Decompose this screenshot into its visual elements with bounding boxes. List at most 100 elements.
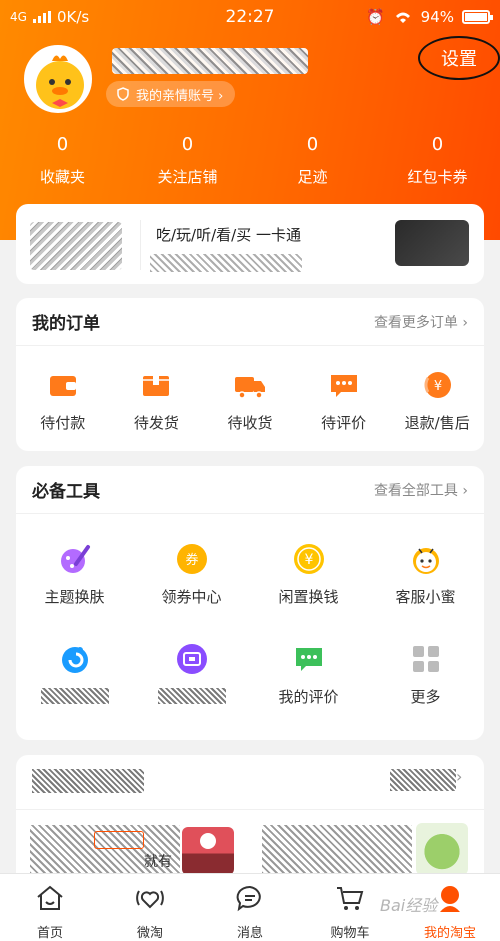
tool-redacted-1[interactable] [16, 642, 133, 716]
feed-snippet: 就有 [144, 854, 172, 870]
order-label: 退款/售后 [404, 414, 470, 432]
blue-swirl-icon [61, 647, 88, 673]
order-pending-payment[interactable]: 待付款 [16, 368, 110, 433]
profile-icon [440, 886, 460, 912]
wallet-icon [49, 376, 76, 396]
tool-idle-trade[interactable]: ¥ 闲置换钱 [250, 542, 367, 616]
comment-icon [330, 375, 357, 397]
chevron-right-icon: › [456, 767, 463, 786]
tool-label: 主题换肤 [44, 588, 105, 606]
orders-header: 我的订单 查看更多订单 › [16, 298, 484, 346]
settings-label: 设置 [441, 49, 477, 70]
order-label: 待评价 [321, 414, 367, 432]
order-refund[interactable]: ¥ 退款/售后 [390, 368, 484, 433]
cart-icon [337, 887, 364, 910]
item-thumbnail[interactable] [182, 827, 234, 875]
yuan-coin-icon: ¥ [293, 544, 324, 574]
redacted-link[interactable] [390, 769, 456, 791]
order-label: 待收货 [227, 414, 273, 432]
orders-card: 我的订单 查看更多订单 › 待付款 待发货 待收货 待评价 ¥ 退款/售后 [16, 298, 484, 451]
stat-followed-shops[interactable]: 0 关注店铺 [125, 134, 250, 187]
stat-coupons[interactable]: 0 红包卡券 [375, 134, 500, 187]
order-pending-receipt[interactable]: 待收货 [203, 368, 297, 433]
redacted-block [150, 254, 302, 272]
family-account-label: 我的亲情账号 › [136, 88, 224, 104]
stat-footprints[interactable]: 0 足迹 [250, 134, 375, 187]
family-account-button[interactable]: 我的亲情账号 › [106, 81, 236, 107]
tab-home[interactable]: 首页 [0, 874, 100, 941]
chat-icon [236, 885, 261, 912]
tool-coupon-center[interactable]: 券 领券中心 [133, 542, 250, 616]
truck-icon [234, 377, 265, 399]
stat-count: 0 [306, 134, 319, 155]
tab-label: 消息 [236, 926, 263, 941]
order-pending-review[interactable]: 待评价 [297, 368, 391, 433]
stat-label: 收藏夹 [39, 168, 85, 186]
promo-thumbnail [395, 220, 469, 266]
view-all-tools-link[interactable]: 查看全部工具 › [374, 480, 468, 500]
status-bar: 4G 0K/s 22:27 ⏰ 94% [0, 0, 500, 34]
promo-title: 吃/玩/听/看/买 一卡通 [156, 226, 301, 244]
watermark: Bai经验 [380, 896, 438, 915]
svg-text:券: 券 [185, 552, 198, 568]
avatar[interactable] [24, 45, 92, 113]
redacted-title [32, 769, 144, 793]
svg-text:¥: ¥ [304, 552, 313, 568]
section-title: 必备工具 [32, 482, 100, 502]
tool-label: 领券中心 [161, 588, 222, 606]
tab-messages[interactable]: 消息 [200, 874, 300, 941]
home-icon [37, 885, 63, 910]
tab-label: 微淘 [136, 926, 163, 941]
tools-header: 必备工具 查看全部工具 › [16, 466, 484, 514]
view-all-orders-link[interactable]: 查看更多订单 › [374, 312, 468, 332]
coupon-icon: 券 [176, 544, 207, 574]
heart-signal-icon [136, 890, 164, 909]
tool-label: 我的评价 [278, 688, 339, 706]
stat-count: 0 [431, 134, 444, 155]
stat-favorites[interactable]: 0 收藏夹 [0, 134, 125, 187]
stat-label: 足迹 [297, 168, 328, 186]
frog-thumbnail[interactable] [416, 823, 468, 875]
purple-card-icon [176, 644, 207, 674]
divider [16, 809, 484, 810]
tools-card: 必备工具 查看全部工具 › 主题换肤 券 领券中心 ¥ 闲置换钱 客服小蜜 我的… [16, 466, 484, 740]
tab-label: 首页 [36, 926, 63, 941]
wifi-icon [395, 12, 410, 23]
svg-text:¥: ¥ [434, 379, 442, 394]
tool-more[interactable]: 更多 [367, 642, 484, 716]
review-icon [295, 648, 322, 671]
shield-icon [117, 87, 129, 101]
divider [140, 220, 141, 270]
stat-count: 0 [181, 134, 194, 155]
tool-customer-service[interactable]: 客服小蜜 [367, 542, 484, 616]
theme-brush-icon [60, 545, 90, 573]
stat-count: 0 [56, 134, 69, 155]
order-label: 待发货 [133, 414, 179, 432]
tab-weitao[interactable]: 微淘 [100, 874, 200, 941]
username-redacted [112, 48, 308, 74]
order-label: 待付款 [40, 414, 86, 432]
alarm-icon: ⏰ [365, 8, 385, 26]
membership-card[interactable]: 吃/玩/听/看/买 一卡通 [16, 204, 484, 284]
refund-icon: ¥ [424, 372, 452, 398]
section-title: 我的订单 [32, 314, 100, 334]
redacted-label [157, 688, 226, 704]
tab-label: 购物车 [330, 926, 370, 941]
redacted-label [40, 688, 109, 704]
promo-tag [94, 831, 144, 849]
tool-my-reviews[interactable]: 我的评价 [250, 642, 367, 716]
service-bee-icon [412, 548, 439, 574]
tool-label: 闲置换钱 [278, 588, 339, 606]
tool-redacted-2[interactable] [133, 642, 250, 716]
tool-theme[interactable]: 主题换肤 [16, 542, 133, 616]
battery-icon [462, 10, 493, 24]
package-icon [143, 376, 170, 396]
settings-button[interactable]: 设置 [418, 36, 500, 80]
tool-label: 更多 [410, 688, 441, 706]
stat-label: 关注店铺 [157, 168, 218, 186]
battery-percent: 94% [420, 8, 454, 26]
stats-row: 0 收藏夹 0 关注店铺 0 足迹 0 红包卡券 [0, 134, 500, 187]
redacted-block [30, 222, 122, 270]
tool-label: 客服小蜜 [395, 588, 456, 606]
order-pending-shipment[interactable]: 待发货 [110, 368, 204, 433]
